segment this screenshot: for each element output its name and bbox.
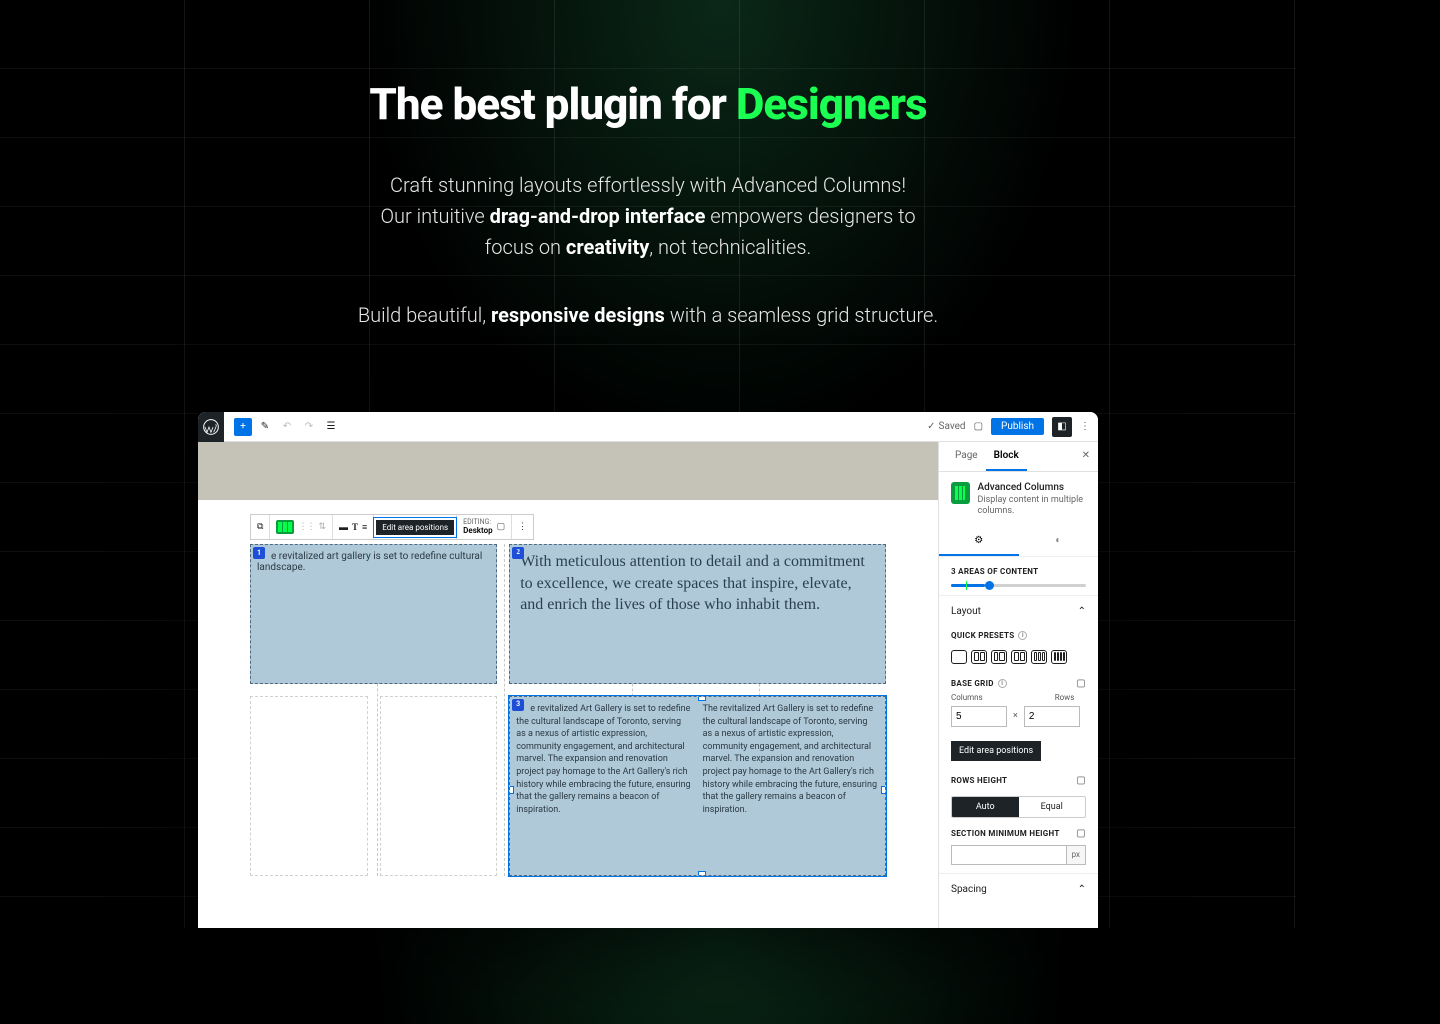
columns-grid[interactable]: 1 e revitalized art gallery is set to re…: [250, 544, 886, 876]
areas-count-slider[interactable]: [951, 584, 1086, 587]
rows-input[interactable]: [1024, 706, 1080, 727]
move-icon[interactable]: ⇅: [318, 522, 326, 532]
responsive-icon[interactable]: ▢: [1076, 775, 1086, 786]
block-identity: Advanced Columns Display content in mult…: [939, 472, 1098, 527]
content-area-1[interactable]: 1 e revitalized art gallery is set to re…: [250, 544, 497, 684]
section-min-height-label: SECTION MINIMUM HEIGHT ▢: [939, 824, 1098, 843]
text-icon[interactable]: T: [352, 522, 358, 532]
unit-label[interactable]: px: [1067, 845, 1086, 865]
preset-4col[interactable]: [1051, 650, 1067, 664]
close-sidebar-icon[interactable]: ✕: [1082, 442, 1090, 471]
settings-sidebar: Page Block ✕ Advanced Columns Display co…: [938, 442, 1098, 928]
columns-block-icon[interactable]: [276, 520, 294, 534]
min-height-input[interactable]: [951, 845, 1067, 865]
redo-icon[interactable]: ↷: [300, 418, 318, 436]
list-view-icon[interactable]: ☰: [322, 418, 340, 436]
preset-1col[interactable]: [951, 650, 967, 664]
quick-presets-list: [939, 644, 1098, 674]
resize-handle[interactable]: [881, 786, 886, 794]
block-more-icon[interactable]: ⋮: [518, 522, 527, 532]
preset-3col[interactable]: [1031, 650, 1047, 664]
area-number-badge: 3: [512, 699, 524, 711]
undo-icon[interactable]: ↶: [278, 418, 296, 436]
empty-cell[interactable]: [250, 696, 368, 876]
settings-panel-toggle[interactable]: ◧: [1052, 417, 1072, 437]
tab-page[interactable]: Page: [947, 442, 986, 471]
preset-2-1[interactable]: [1011, 650, 1027, 664]
chevron-up-icon: ⌃: [1078, 884, 1086, 895]
rows-height-label: ROWS HEIGHT ▢: [939, 771, 1098, 790]
block-description: Display content in multiple columns.: [978, 495, 1087, 517]
block-toolbar: ⧉ ⋮⋮ ⇅ ▬ T ≡ Edit area positions: [250, 514, 534, 540]
advanced-columns-icon: [951, 482, 970, 504]
parent-select-icon[interactable]: ⧉: [257, 522, 263, 532]
content-area-3[interactable]: 3 e revitalized Art Gallery is set to re…: [509, 696, 886, 876]
drag-handle-icon[interactable]: ⋮⋮: [298, 522, 314, 532]
device-preview-icon[interactable]: ▢: [974, 421, 983, 432]
justify-icon[interactable]: ≡: [362, 522, 367, 533]
hero-title: The best plugin for Designers: [40, 78, 1256, 130]
rows-height-equal[interactable]: Equal: [1019, 797, 1086, 817]
edit-area-positions-sidebar-button[interactable]: Edit area positions: [951, 741, 1041, 761]
layout-panel-header[interactable]: Layout⌃: [939, 596, 1098, 627]
edit-mode-icon[interactable]: ✎: [256, 418, 274, 436]
block-name-label: Advanced Columns: [978, 482, 1087, 493]
empty-cell[interactable]: [380, 696, 498, 876]
editor-window: + ✎ ↶ ↷ ☰ ✓ Saved ▢ Publish ◧ ⋮ ⧉ ⋮⋮ ⇅: [198, 412, 1098, 928]
tab-block[interactable]: Block: [986, 442, 1027, 471]
saved-indicator: ✓ Saved: [927, 421, 965, 432]
desktop-icon[interactable]: ▢: [497, 522, 506, 532]
editor-topbar: + ✎ ↶ ↷ ☰ ✓ Saved ▢ Publish ◧ ⋮: [198, 412, 1098, 442]
area-number-badge: 1: [253, 547, 265, 559]
hero-subtitle-2: Build beautiful, responsive designs with…: [40, 303, 1256, 327]
content-area-2[interactable]: 2 With meticulous attention to detail an…: [509, 544, 886, 684]
editing-breakpoint-label: EDITING:Desktop: [463, 519, 492, 535]
rows-height-auto[interactable]: Auto: [952, 797, 1019, 817]
rows-field-label: Rows: [1055, 693, 1075, 702]
rows-height-toggle: Auto Equal: [951, 796, 1086, 818]
wordpress-logo-icon[interactable]: [198, 412, 224, 442]
spacing-panel-header[interactable]: Spacing⌃: [939, 874, 1098, 905]
areas-count-label: 3 AREAS OF CONTENT: [939, 557, 1098, 582]
publish-button[interactable]: Publish: [991, 418, 1044, 435]
add-block-button[interactable]: +: [234, 418, 252, 436]
preset-1-2[interactable]: [991, 650, 1007, 664]
hero-subtitle: Craft stunning layouts effortlessly with…: [40, 170, 1256, 263]
align-icon[interactable]: ▬: [339, 522, 348, 533]
responsive-icon[interactable]: ▢: [1076, 678, 1086, 689]
info-icon[interactable]: i: [998, 679, 1007, 688]
settings-tab-icon[interactable]: ⚙: [939, 527, 1019, 556]
info-icon[interactable]: i: [1018, 631, 1027, 640]
responsive-icon[interactable]: ▢: [1076, 828, 1086, 839]
columns-input[interactable]: [951, 706, 1007, 727]
columns-field-label: Columns: [951, 693, 983, 702]
editor-canvas[interactable]: ⧉ ⋮⋮ ⇅ ▬ T ≡ Edit area positions: [198, 442, 938, 928]
chevron-up-icon: ⌃: [1078, 606, 1086, 617]
resize-handle[interactable]: [509, 786, 514, 794]
base-grid-label: BASE GRIDi ▢: [939, 674, 1098, 693]
quick-presets-label: QUICK PRESETSi: [939, 627, 1098, 644]
edit-area-positions-button[interactable]: Edit area positions: [376, 520, 454, 535]
hero-title-accent: Designers: [736, 78, 927, 130]
preset-2col[interactable]: [971, 650, 987, 664]
more-options-icon[interactable]: ⋮: [1080, 421, 1090, 432]
area-number-badge: 2: [512, 547, 524, 559]
resize-handle[interactable]: [698, 871, 706, 876]
resize-handle[interactable]: [698, 696, 706, 701]
hero-title-prefix: The best plugin for: [369, 78, 735, 130]
styles-tab-icon[interactable]: ◐: [1019, 527, 1099, 556]
